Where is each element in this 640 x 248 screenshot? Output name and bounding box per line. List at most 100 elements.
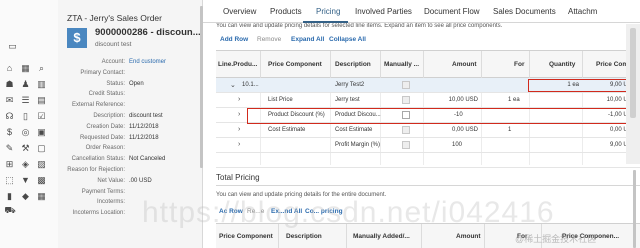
list-icon[interactable]: ☰ bbox=[20, 95, 31, 106]
total-pricing-divider bbox=[216, 185, 640, 186]
screen-icon[interactable]: ▭ bbox=[7, 41, 18, 52]
manual-checkbox bbox=[402, 96, 410, 104]
page-scrollbar[interactable] bbox=[633, 170, 636, 248]
attribute-row: Creation Date: 11/12/2018 bbox=[58, 124, 203, 135]
attribute-label: Cancellation Status: bbox=[71, 156, 125, 163]
table-row-item[interactable]: ⌄ 10.1... Jerry Test2 1 ea 9,00 USD bbox=[216, 78, 640, 93]
col-amount[interactable]: Amount bbox=[452, 61, 477, 68]
person-icon[interactable]: ♟ bbox=[20, 79, 31, 90]
total-col-amount[interactable]: Amount bbox=[456, 233, 481, 240]
box-icon[interactable]: ▨ bbox=[36, 159, 47, 170]
tag-icon[interactable]: ◈ bbox=[20, 159, 31, 170]
attribute-label: Payment Terms: bbox=[81, 188, 125, 195]
total-col-manually-added[interactable]: Manually Added/... bbox=[353, 233, 410, 240]
intro-clip: You can view and update pricing details … bbox=[203, 23, 640, 31]
cell-description: Profit Margin (%) bbox=[335, 142, 381, 148]
expand-chevron-icon[interactable]: › bbox=[238, 111, 240, 118]
col-manually[interactable]: Manually ... bbox=[384, 61, 419, 68]
attribute-label: Description: bbox=[93, 112, 125, 119]
table-row[interactable]: › Cost Estimate Cost Estimate 0,00 USD 1… bbox=[216, 123, 640, 138]
expand-chevron-icon[interactable]: › bbox=[238, 126, 240, 133]
cell-for: 1 bbox=[508, 127, 512, 133]
cube-icon[interactable]: ◆ bbox=[20, 191, 31, 202]
attribute-label: Creation Date: bbox=[86, 123, 125, 130]
grid-icon[interactable]: ▤ bbox=[36, 95, 47, 106]
cell-line: 10.1... bbox=[242, 82, 259, 88]
expand-chevron-icon[interactable]: › bbox=[238, 96, 240, 103]
attribute-label: Primary Contact: bbox=[80, 69, 125, 76]
window-icon[interactable]: ▢ bbox=[36, 143, 47, 154]
report-icon[interactable]: ▦ bbox=[36, 191, 47, 202]
tab-bar: Overview Products Pricing Involved Parti… bbox=[203, 0, 640, 23]
scroll-thumb[interactable] bbox=[630, 28, 636, 118]
attribute-value: Open bbox=[129, 80, 144, 87]
collapse-chevron-icon[interactable]: ⌄ bbox=[230, 81, 236, 89]
attribute-label: Credit Status: bbox=[88, 91, 125, 98]
cart-icon[interactable]: ⊞ bbox=[4, 159, 15, 170]
total-pricing-title: Total Pricing bbox=[216, 173, 260, 182]
tab-overview[interactable]: Overview bbox=[223, 7, 256, 16]
table-scrollbar[interactable] bbox=[626, 24, 640, 164]
package-icon[interactable]: ⬚ bbox=[4, 175, 15, 186]
total-col-description[interactable]: Description bbox=[286, 233, 322, 240]
table-row[interactable]: › Profit Margin (%) 100 9,00 USD bbox=[216, 138, 640, 153]
attribute-row: External Reference: bbox=[58, 102, 203, 113]
app-icon-rail: ▭ ⌂ ▦ ⌕ ☗ ♟ ▥ ✉ ☰ ▤ ☊ ▯ ☑ $ ◎ ▣ ✎ ⚒ ▢ ⊞ … bbox=[0, 0, 58, 248]
building-icon[interactable]: ▦ bbox=[20, 63, 31, 74]
col-for[interactable]: For bbox=[514, 61, 524, 68]
attribute-value: Not Canceled bbox=[129, 156, 166, 163]
attribute-row: Status: Open bbox=[58, 81, 203, 92]
table-row-empty bbox=[216, 153, 640, 168]
tab-document-flow[interactable]: Document Flow bbox=[424, 7, 480, 16]
clipboard-icon[interactable]: ▣ bbox=[36, 127, 47, 138]
attribute-row: Cancellation Status: Not Canceled bbox=[58, 156, 203, 167]
expand-all-button[interactable]: Expand All bbox=[291, 36, 324, 43]
dollar-icon[interactable]: $ bbox=[4, 127, 15, 138]
attribute-label: External Reference: bbox=[71, 102, 125, 109]
object-title: ZTA - Jerry's Sales Order bbox=[67, 13, 162, 23]
table-row[interactable]: › List Price Jerry test 10,00 USD 1 ea 1… bbox=[216, 93, 640, 108]
order-id: 9000000286 - discoun... bbox=[95, 27, 201, 38]
col-price-component[interactable]: Price Component bbox=[268, 61, 322, 68]
col-description[interactable]: Description bbox=[335, 61, 371, 68]
cell-amount: 10,00 USD bbox=[448, 97, 478, 103]
tab-pricing[interactable]: Pricing bbox=[316, 7, 340, 16]
cell-description: Jerry Test2 bbox=[335, 82, 365, 88]
attribute-row: Account: End customer bbox=[58, 59, 203, 70]
wrench-icon[interactable]: ✎ bbox=[4, 143, 15, 154]
cell-component: List Price bbox=[268, 97, 293, 103]
collapse-all-button[interactable]: Collapse All bbox=[329, 36, 366, 43]
remove-button[interactable]: Remove bbox=[257, 36, 281, 43]
add-row-button[interactable]: Add Row bbox=[220, 36, 248, 43]
cell-amount: 100 bbox=[452, 142, 463, 148]
attribute-row: Primary Contact: bbox=[58, 70, 203, 81]
folder-icon[interactable]: ▩ bbox=[36, 175, 47, 186]
attribute-value[interactable]: End customer bbox=[129, 59, 166, 65]
expand-chevron-icon[interactable]: › bbox=[238, 141, 240, 148]
col-quantity[interactable]: Quantity bbox=[549, 61, 575, 68]
checklist-icon[interactable]: ☑ bbox=[36, 111, 47, 122]
manual-checkbox bbox=[402, 141, 410, 149]
document-icon[interactable]: ▯ bbox=[20, 111, 31, 122]
total-col-price-component[interactable]: Price Component bbox=[219, 233, 273, 240]
cell-quantity: 1 ea bbox=[567, 82, 579, 88]
tab-involved-parties[interactable]: Involved Parties bbox=[355, 7, 412, 16]
truck-icon[interactable]: ⛟ bbox=[3, 205, 17, 216]
tab-products[interactable]: Products bbox=[270, 7, 302, 16]
cell-description: Cost Estimate bbox=[335, 127, 373, 133]
tab-attachments[interactable]: Attachm bbox=[568, 7, 597, 16]
attribute-label: Requested Date: bbox=[79, 134, 125, 141]
attribute-label: Order Reason: bbox=[85, 145, 125, 152]
filter-icon[interactable]: ▼ bbox=[20, 175, 31, 186]
chart-icon[interactable]: ▥ bbox=[36, 79, 47, 90]
people-icon[interactable]: ☗ bbox=[4, 79, 15, 90]
col-line-product[interactable]: Line.Produ... bbox=[218, 61, 257, 68]
headset-icon[interactable]: ☊ bbox=[4, 111, 15, 122]
tools-icon[interactable]: ⚒ bbox=[20, 143, 31, 154]
tab-sales-documents[interactable]: Sales Documents bbox=[493, 7, 556, 16]
file-icon[interactable]: ▮ bbox=[4, 191, 15, 202]
search-icon[interactable]: ⌕ bbox=[36, 63, 47, 74]
globe-icon[interactable]: ◎ bbox=[20, 127, 31, 138]
home-icon[interactable]: ⌂ bbox=[4, 63, 15, 74]
mail-icon[interactable]: ✉ bbox=[4, 95, 15, 106]
